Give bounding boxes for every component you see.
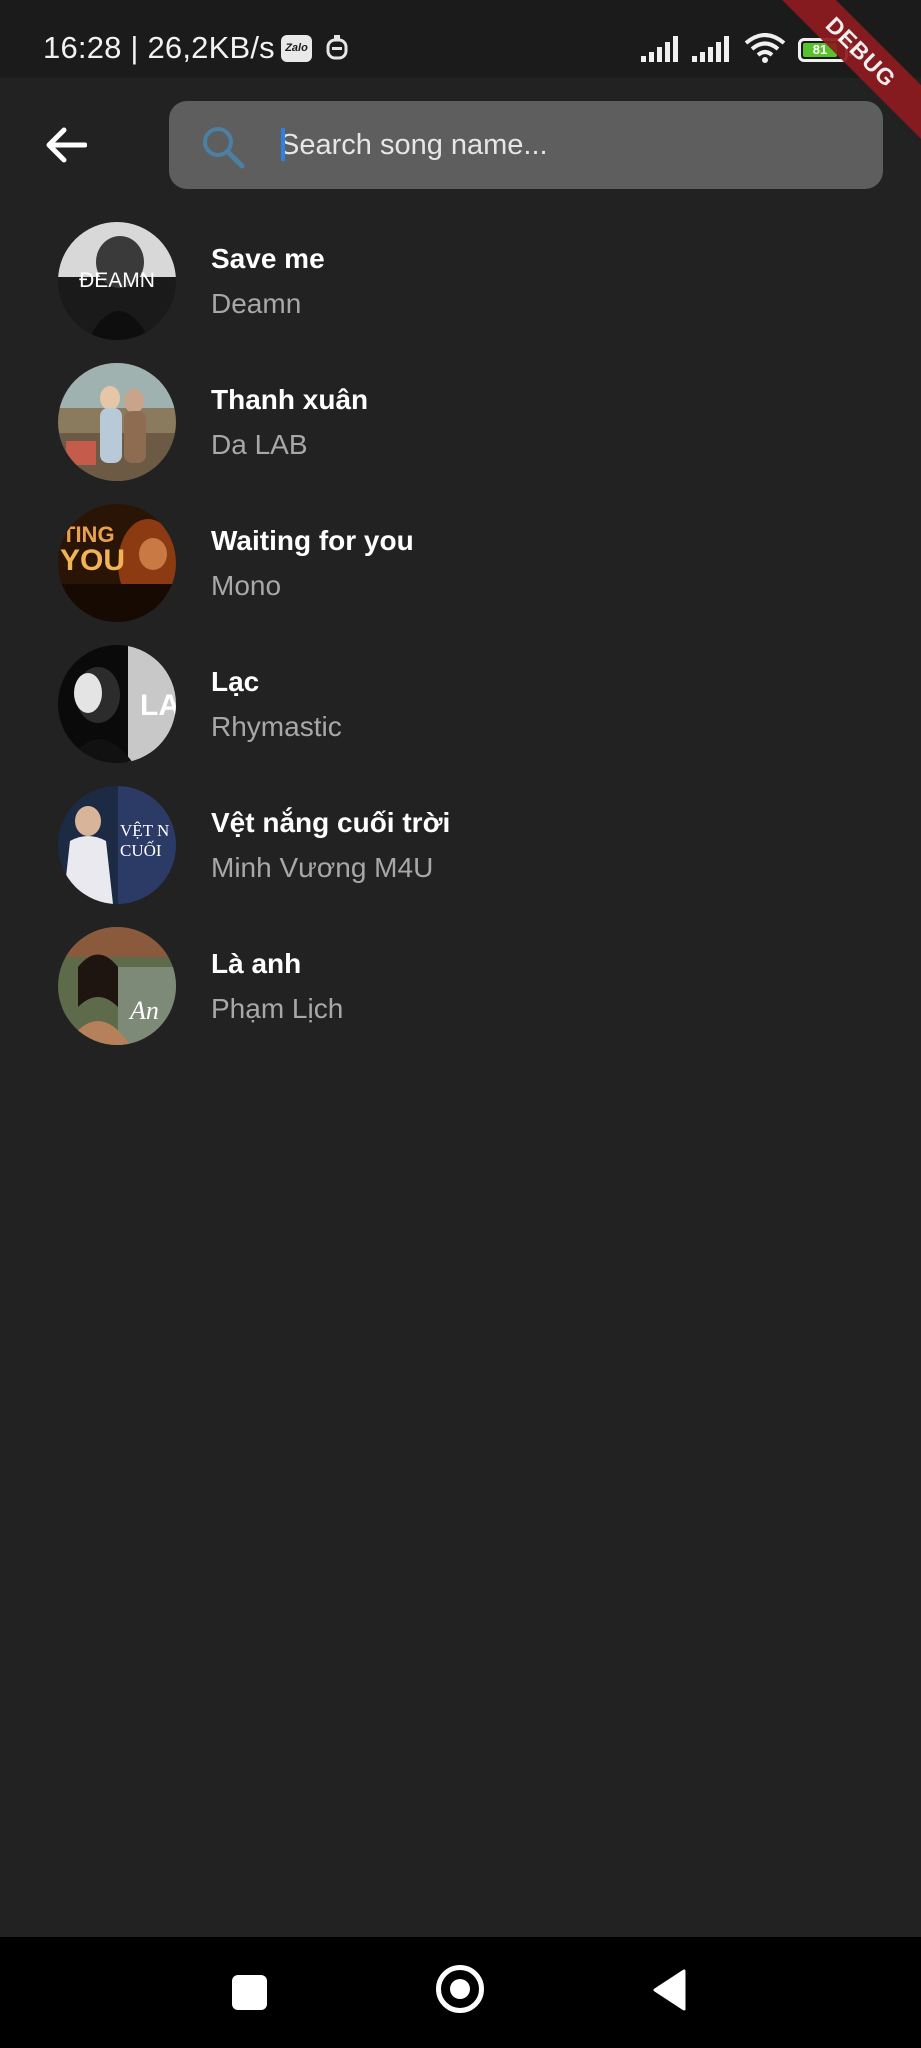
search-icon bbox=[200, 124, 246, 175]
song-item-thanh-xuan[interactable]: Thanh xuân Da LAB bbox=[0, 352, 921, 492]
status-bar: 16:28 | 26,2KB/s Zalo 81 bbox=[0, 0, 921, 78]
song-title: Thanh xuân bbox=[211, 384, 369, 415]
album-cover: ĐEAMN bbox=[58, 222, 176, 340]
song-title: Lạc bbox=[211, 666, 260, 697]
album-cover: LA bbox=[58, 645, 176, 763]
song-title: Save me bbox=[211, 243, 325, 274]
song-item-la-anh[interactable]: An Là anh Phạm Lịch bbox=[0, 916, 921, 1056]
song-artist: Da LAB bbox=[211, 429, 308, 460]
search-input[interactable] bbox=[280, 110, 860, 180]
album-cover: VỆT N CUỐI bbox=[58, 786, 176, 904]
cell-signal-icon bbox=[692, 36, 734, 67]
song-artist: Phạm Lịch bbox=[211, 993, 344, 1024]
svg-text:YOU: YOU bbox=[60, 544, 125, 577]
status-time: 16:28 | 26,2KB/s bbox=[43, 30, 275, 65]
song-title: Waiting for you bbox=[211, 525, 414, 556]
album-cover: An bbox=[58, 927, 176, 1045]
svg-text:VỆT N: VỆT N bbox=[120, 821, 169, 840]
song-item-lac[interactable]: LA Lạc Rhymastic bbox=[0, 634, 921, 774]
album-cover bbox=[58, 363, 176, 481]
svg-text:An: An bbox=[128, 996, 159, 1025]
bot-notification-icon bbox=[325, 34, 349, 67]
back-button[interactable] bbox=[36, 115, 96, 175]
song-title: Vệt nắng cuối trời bbox=[211, 807, 451, 838]
svg-text:LA: LA bbox=[140, 689, 176, 722]
system-back-button[interactable] bbox=[652, 1969, 686, 2016]
song-artist: Mono bbox=[211, 570, 282, 601]
cover-text: ĐEAMN bbox=[79, 269, 155, 292]
song-title: Là anh bbox=[211, 948, 302, 979]
song-item-waiting-for-you[interactable]: TING YOU Waiting for you Mono bbox=[0, 493, 921, 633]
song-search-screen: 16:28 | 26,2KB/s Zalo 81 DEBUG Search so… bbox=[0, 0, 921, 2048]
song-artist: Rhymastic bbox=[211, 711, 342, 742]
text-cursor bbox=[281, 128, 285, 161]
circle-icon bbox=[450, 1979, 470, 1999]
cell-signal-icon bbox=[641, 36, 683, 67]
wifi-icon bbox=[744, 33, 786, 68]
recents-button[interactable] bbox=[232, 1975, 267, 2010]
song-item-save-me[interactable]: ĐEAMN Save me Deamn bbox=[0, 211, 921, 351]
svg-text:CUỐI: CUỐI bbox=[120, 841, 162, 860]
zalo-notification-icon: Zalo bbox=[281, 35, 312, 62]
arrow-left-icon bbox=[46, 127, 87, 163]
album-cover: TING YOU bbox=[58, 504, 176, 622]
home-button[interactable] bbox=[436, 1965, 484, 2013]
triangle-back-icon bbox=[653, 1969, 686, 2011]
song-artist: Minh Vương M4U bbox=[211, 852, 434, 883]
song-artist: Deamn bbox=[211, 288, 302, 319]
song-item-vet-nang-cuoi-troi[interactable]: VỆT N CUỐI Vệt nắng cuối trời Minh Vương… bbox=[0, 775, 921, 915]
